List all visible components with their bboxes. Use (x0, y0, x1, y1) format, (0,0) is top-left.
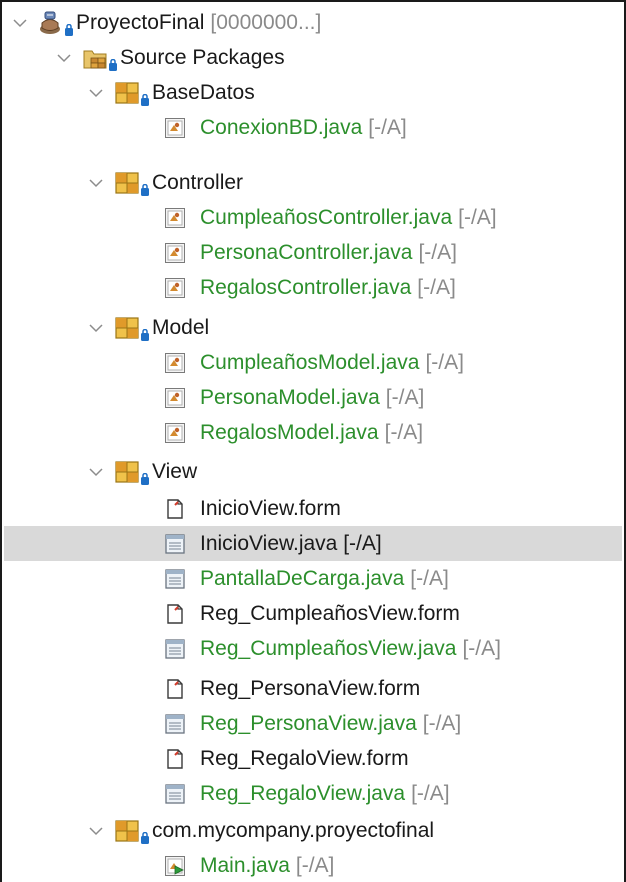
java-main-class-icon (162, 853, 188, 879)
package-icon (114, 315, 149, 341)
file-status: [-/A] (295, 853, 335, 877)
java-class-icon (162, 350, 188, 376)
file-status: [-/A] (384, 420, 424, 444)
tree-row-package[interactable]: BaseDatos (4, 75, 622, 110)
tree-row-file[interactable]: InicioView.form (4, 491, 622, 526)
form-file-icon (162, 746, 188, 772)
tree-row-file[interactable]: RegalosController.java [-/A] (4, 270, 622, 305)
file-label: CumpleañosModel.java (200, 350, 420, 374)
file-label: Reg_CumpleañosView.java (200, 636, 457, 660)
package-label: Controller (152, 170, 244, 194)
java-form-class-icon (162, 781, 188, 807)
package-label: com.mycompany.proyectofinal (152, 818, 435, 842)
form-file-icon (162, 601, 188, 627)
java-class-icon (162, 275, 188, 301)
chevron-down-icon[interactable] (88, 320, 104, 336)
file-label: InicioView.form (200, 496, 341, 520)
java-project-icon (38, 10, 73, 36)
tree-row-package[interactable]: com.mycompany.proyectofinal (4, 813, 622, 848)
tree-row-file[interactable]: Reg_CumpleañosView.java [-/A] (4, 631, 622, 666)
package-icon (114, 170, 149, 196)
java-form-class-icon (162, 711, 188, 737)
java-class-icon (162, 385, 188, 411)
chevron-down-icon[interactable] (88, 823, 104, 839)
file-status: [-/A] (368, 115, 407, 139)
tree-row-package[interactable]: Controller (4, 165, 622, 200)
project-name: ProyectoFinal (76, 10, 205, 34)
java-form-class-icon (162, 531, 188, 557)
file-label: Main.java (200, 853, 290, 877)
file-label: Reg_CumpleañosView.form (200, 601, 460, 625)
tree-row-file[interactable]: Reg_PersonaView.form (4, 671, 622, 706)
file-status: [-/A] (411, 781, 450, 805)
file-status: [-/A] (458, 205, 497, 229)
file-status: [-/A] (422, 711, 462, 735)
file-label: PersonaController.java (200, 240, 413, 264)
project-status: [0000000...] (210, 10, 322, 34)
file-status: [-/A] (418, 240, 457, 264)
package-icon (114, 818, 149, 844)
tree-row-file-selected[interactable]: InicioView.java [-/A] (4, 526, 622, 561)
chevron-down-icon[interactable] (12, 15, 28, 31)
file-status: [-/A] (385, 385, 425, 409)
tree-row-source-packages[interactable]: Source Packages (4, 40, 622, 75)
java-class-icon (162, 115, 188, 141)
file-label: RegalosModel.java (200, 420, 379, 444)
file-status: [-/A] (410, 566, 449, 590)
java-class-icon (162, 240, 188, 266)
chevron-down-icon[interactable] (88, 175, 104, 191)
package-label: Model (152, 315, 210, 339)
chevron-down-icon[interactable] (88, 464, 104, 480)
file-label: InicioView.java [-/A] (200, 531, 382, 555)
tree-row-file[interactable]: PersonaModel.java [-/A] (4, 380, 622, 415)
form-file-icon (162, 676, 188, 702)
package-label: BaseDatos (152, 80, 255, 104)
file-label: Reg_PersonaView.java (200, 711, 417, 735)
tree-row-file[interactable]: Reg_CumpleañosView.form (4, 596, 622, 631)
file-label: Reg_RegaloView.form (200, 746, 409, 770)
java-form-class-icon (162, 636, 188, 662)
package-label: View (152, 459, 198, 483)
project-tree-panel: ProyectoFinal [0000000...] Source Packag… (0, 0, 626, 882)
file-label: RegalosController.java (200, 275, 412, 299)
tree-row-file[interactable]: RegalosModel.java [-/A] (4, 415, 622, 450)
chevron-down-icon[interactable] (56, 50, 72, 66)
file-label: Reg_PersonaView.form (200, 676, 421, 700)
tree-row-file[interactable]: Reg_RegaloView.form (4, 741, 622, 776)
file-label: ConexionBD.java (200, 115, 363, 139)
file-status: [-/A] (417, 275, 456, 299)
package-icon (114, 459, 149, 485)
tree-row-package[interactable]: Model (4, 310, 622, 345)
tree-row-file[interactable]: CumpleañosController.java [-/A] (4, 200, 622, 235)
java-class-icon (162, 205, 188, 231)
file-label: PantallaDeCarga.java (200, 566, 405, 590)
tree-row-file[interactable]: Reg_RegaloView.java [-/A] (4, 776, 622, 811)
tree-row-project[interactable]: ProyectoFinal [0000000...] (4, 5, 622, 40)
tree-row-file[interactable]: PersonaController.java [-/A] (4, 235, 622, 270)
file-label: CumpleañosController.java (200, 205, 453, 229)
file-label: Reg_RegaloView.java (200, 781, 406, 805)
tree-row-file[interactable]: Reg_PersonaView.java [-/A] (4, 706, 622, 741)
tree-row-package[interactable]: View (4, 454, 622, 489)
tree-row-file[interactable]: Main.java [-/A] (4, 848, 622, 882)
source-packages-label: Source Packages (120, 45, 285, 69)
tree-row-file[interactable]: ConexionBD.java [-/A] (4, 110, 622, 145)
chevron-down-icon[interactable] (88, 85, 104, 101)
tree-row-file[interactable]: PantallaDeCarga.java [-/A] (4, 561, 622, 596)
source-folder-icon (82, 45, 117, 71)
java-form-class-icon (162, 566, 188, 592)
java-class-icon (162, 420, 188, 446)
file-label: PersonaModel.java (200, 385, 380, 409)
package-icon (114, 80, 149, 106)
tree-row-file[interactable]: CumpleañosModel.java [-/A] (4, 345, 622, 380)
file-status: [-/A] (425, 350, 464, 374)
form-file-icon (162, 496, 188, 522)
file-status: [-/A] (462, 636, 501, 660)
